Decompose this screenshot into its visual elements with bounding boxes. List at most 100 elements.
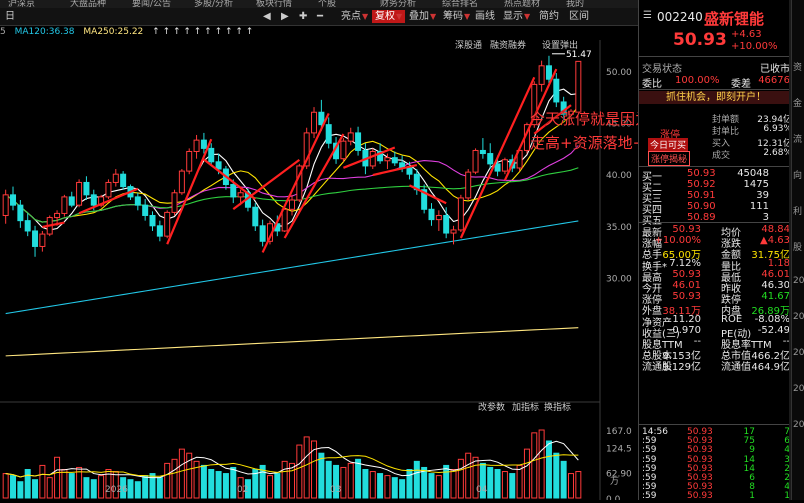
candle-body[interactable]: [68, 196, 75, 206]
candle-body[interactable]: [61, 196, 68, 214]
candle-body[interactable]: [112, 173, 119, 183]
toolbar-button[interactable]: 叠加▼: [406, 10, 439, 23]
side-tab-label[interactable]: 流: [793, 132, 802, 145]
candle-body[interactable]: [311, 111, 318, 134]
back-icon[interactable]: ◀: [260, 10, 274, 23]
plus-icon[interactable]: ✚: [296, 10, 310, 23]
menu-icon[interactable]: ☰: [643, 10, 652, 21]
candle-body[interactable]: [501, 159, 508, 172]
side-tab-label[interactable]: 20: [793, 420, 804, 430]
candle-body[interactable]: [237, 192, 244, 198]
candle-body[interactable]: [142, 204, 149, 216]
top-menu-item[interactable]: 大盘品种: [70, 0, 106, 8]
side-tab-label[interactable]: 20: [793, 276, 804, 286]
right-side-tabs[interactable]: 资金流向利股 20 20 20 20 20: [791, 0, 804, 500]
candle-body[interactable]: [134, 196, 141, 206]
candle-body[interactable]: [39, 233, 46, 247]
side-tab-label[interactable]: 利: [793, 204, 802, 217]
candle-body[interactable]: [281, 208, 288, 232]
depth-link[interactable]: 深股通: [455, 40, 482, 51]
candle-body[interactable]: [391, 157, 398, 164]
candle-body[interactable]: [487, 153, 494, 165]
candle-body[interactable]: [435, 214, 442, 221]
volume-panel-link[interactable]: 加指标: [512, 401, 539, 413]
candle-body[interactable]: [575, 60, 582, 113]
candle-body[interactable]: [149, 214, 156, 227]
candle-body[interactable]: [369, 150, 376, 167]
candle-body[interactable]: [17, 204, 24, 222]
candle-body[interactable]: [120, 173, 127, 188]
candle-body[interactable]: [465, 171, 472, 199]
side-tab-label[interactable]: 股: [793, 240, 802, 253]
top-menu-item[interactable]: 综合排名: [442, 0, 478, 8]
minus-icon[interactable]: ━: [314, 10, 326, 23]
volume-panel-link[interactable]: 换指标: [544, 401, 571, 413]
candle-body[interactable]: [259, 225, 266, 242]
candle-body[interactable]: [200, 139, 207, 149]
candle-body[interactable]: [347, 132, 354, 142]
candle-body[interactable]: [553, 78, 560, 103]
volume-panel-link[interactable]: 改参数: [478, 401, 505, 413]
top-menu-item[interactable]: 板块行情: [256, 0, 292, 8]
candle-body[interactable]: [54, 212, 61, 219]
candle-body[interactable]: [10, 194, 17, 206]
top-menu-item[interactable]: 沪深京: [8, 0, 35, 8]
candle-body[interactable]: [2, 194, 9, 216]
side-tab-label[interactable]: 20: [793, 384, 804, 394]
candle-body[interactable]: [164, 211, 171, 237]
buy-today-button[interactable]: 今日可买: [648, 138, 689, 151]
top-menu-item[interactable]: 热点题材: [504, 0, 540, 8]
candle-body[interactable]: [76, 181, 83, 206]
side-tab-label[interactable]: 20: [793, 348, 804, 358]
top-menu-item[interactable]: 我的: [566, 0, 584, 8]
candle-body[interactable]: [32, 230, 39, 247]
candle-body[interactable]: [289, 199, 295, 210]
limit-reveal-button[interactable]: 涨停揭秘: [648, 151, 691, 166]
toolbar-button[interactable]: 筹码▼: [440, 10, 473, 23]
toolbar-button[interactable]: 区间: [566, 10, 592, 23]
candle-body[interactable]: [105, 181, 112, 198]
side-tab-label[interactable]: 20: [793, 312, 804, 322]
candle-body[interactable]: [156, 225, 163, 237]
top-menu-item[interactable]: 个股: [318, 0, 336, 8]
candle-body[interactable]: [252, 206, 259, 227]
toolbar-button[interactable]: 显示▼: [500, 10, 533, 23]
candle-body[interactable]: [83, 181, 90, 196]
candle-body[interactable]: [428, 208, 435, 221]
margin-link[interactable]: 融资融券: [490, 39, 526, 51]
period-label[interactable]: 日: [2, 10, 18, 23]
toolbar-button[interactable]: 简约: [536, 10, 562, 23]
candle-body[interactable]: [340, 140, 347, 160]
open-account-banner[interactable]: 抓住机会，即刻开户！: [639, 91, 793, 104]
candle-body[interactable]: [24, 220, 31, 232]
top-menu-item[interactable]: 财务分析: [380, 0, 416, 8]
candle-body[interactable]: [90, 194, 97, 206]
candle-body[interactable]: [230, 184, 237, 198]
candle-body[interactable]: [186, 150, 193, 172]
candle-body[interactable]: [479, 149, 486, 155]
candle-body[interactable]: [545, 65, 552, 80]
candle-body[interactable]: [208, 147, 215, 163]
side-tab-label[interactable]: 金: [793, 96, 802, 109]
candle-body[interactable]: [494, 163, 501, 172]
candle-body[interactable]: [384, 157, 391, 162]
side-tab-label[interactable]: 向: [793, 168, 802, 181]
toolbar-button[interactable]: 画线: [472, 10, 498, 23]
toolbar-button[interactable]: 亮点▼: [338, 10, 371, 23]
candle-body[interactable]: [443, 214, 450, 234]
toolbar-button[interactable]: 复权▼: [372, 10, 406, 23]
candle-body[interactable]: [215, 161, 222, 170]
top-menu-item[interactable]: 多股/分析: [194, 0, 233, 8]
side-tab-label[interactable]: 资: [793, 60, 802, 73]
candle-body[interactable]: [472, 149, 479, 173]
candle-body[interactable]: [450, 229, 457, 234]
top-menu-item[interactable]: 要闻/公告: [132, 0, 171, 8]
candle-body[interactable]: [538, 65, 545, 85]
candle-body[interactable]: [406, 167, 413, 175]
candle-body[interactable]: [171, 192, 178, 213]
candle-body[interactable]: [457, 197, 464, 231]
settings-link[interactable]: 设置弹出: [542, 39, 578, 51]
candle-body[interactable]: [193, 139, 200, 152]
candle-body[interactable]: [355, 132, 362, 151]
candle-body[interactable]: [325, 124, 332, 144]
